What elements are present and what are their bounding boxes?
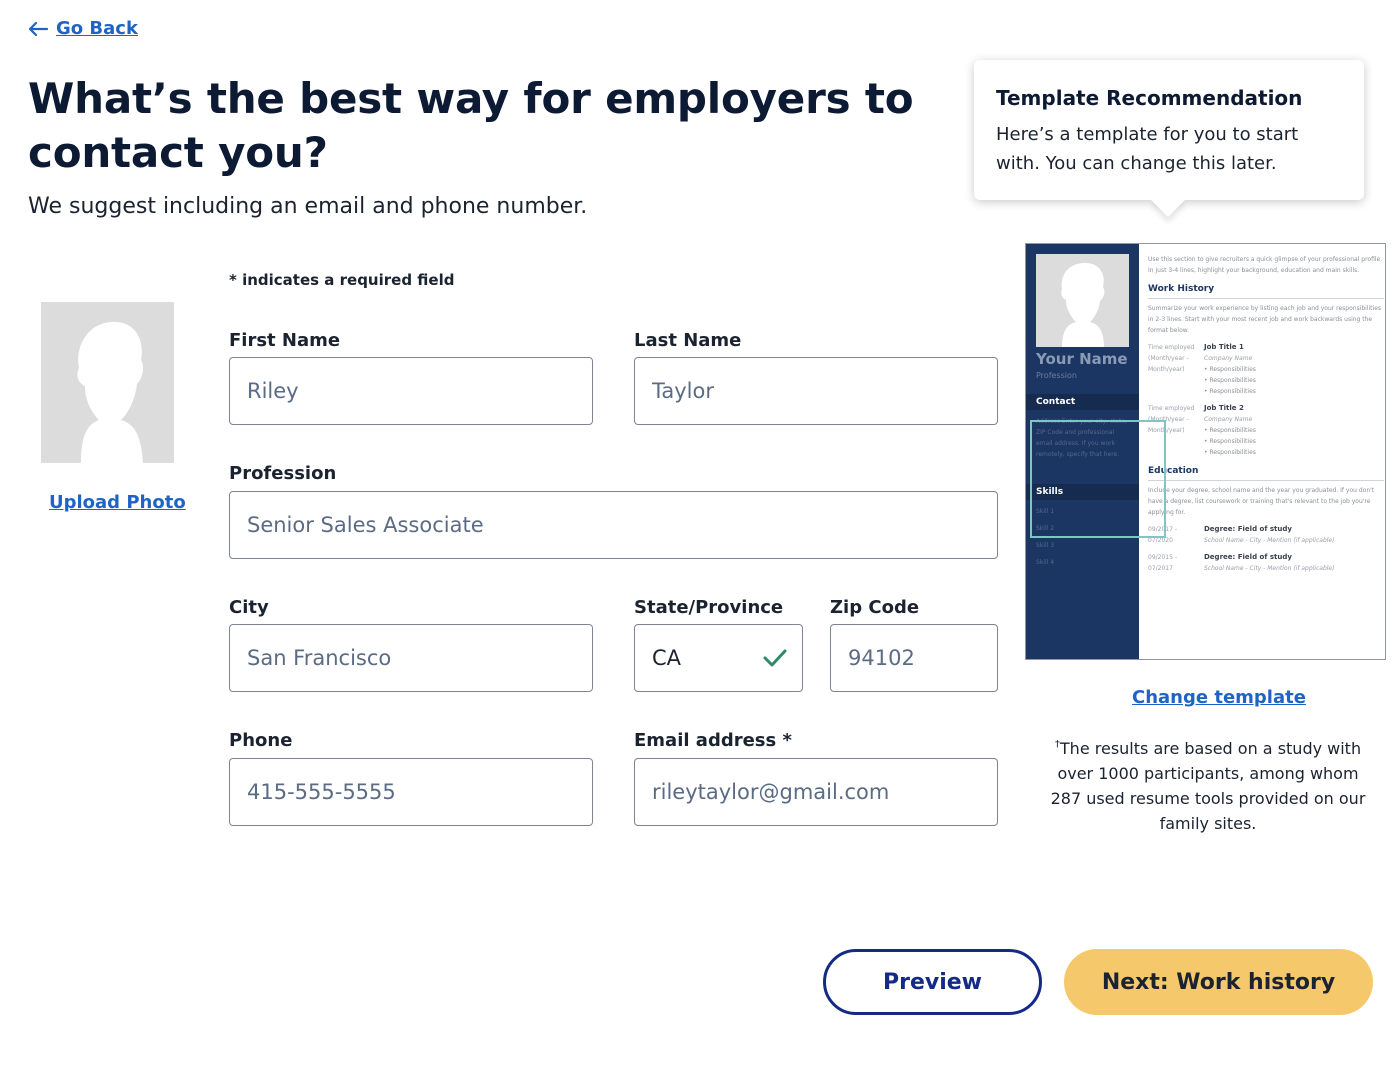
profession-input[interactable] (247, 513, 980, 537)
city-field[interactable] (229, 624, 593, 692)
resume-education-intro: Include your degree, school name and the… (1148, 487, 1375, 516)
city-label: City (229, 597, 269, 618)
zip-field[interactable] (830, 624, 998, 692)
first-name-field[interactable] (229, 357, 593, 425)
last-name-label: Last Name (634, 330, 742, 351)
first-name-input[interactable] (247, 379, 575, 403)
profession-field[interactable] (229, 491, 998, 559)
required-field-note: * indicates a required field (229, 271, 455, 289)
page-title: What’s the best way for employers to con… (28, 74, 914, 177)
resume-avatar (1036, 254, 1129, 347)
resume-bullet: Responsibilities (1209, 449, 1256, 456)
resume-degree: Degree: Field of study (1204, 553, 1292, 561)
next-work-history-button[interactable]: Next: Work history (1064, 949, 1373, 1015)
resume-company: Company Name (1204, 416, 1253, 423)
resume-company: Company Name (1204, 355, 1253, 362)
tooltip-arrow (1151, 183, 1185, 217)
footnote-text: The results are based on a study with ov… (1050, 739, 1366, 833)
resume-degree: Degree: Field of study (1204, 525, 1292, 533)
person-silhouette-icon (77, 321, 144, 463)
resume-bullet: Responsibilities (1209, 438, 1256, 445)
profession-label: Profession (229, 463, 337, 484)
person-silhouette-icon (1061, 262, 1105, 347)
arrow-left-icon (28, 21, 48, 36)
resume-bullet: Responsibilities (1209, 427, 1256, 434)
last-name-field[interactable] (634, 357, 998, 425)
upload-photo-link[interactable]: Upload Photo (49, 492, 186, 513)
phone-input[interactable] (247, 780, 575, 804)
email-input[interactable] (652, 780, 980, 804)
resume-contact-heading: Contact (1026, 394, 1139, 410)
resume-profession: Profession (1036, 371, 1077, 380)
resume-school: School Name - City - Mention (if applica… (1204, 537, 1335, 544)
resume-job-dates: Time employed (Month/year - Month/year) (1148, 344, 1195, 373)
template-recommendation-tooltip: Template Recommendation Here’s a templat… (974, 60, 1364, 217)
resume-job: Time employed (Month/year - Month/year) … (1148, 343, 1256, 395)
last-name-input[interactable] (652, 379, 980, 403)
resume-bullet: Responsibilities (1209, 377, 1256, 384)
resume-bullet: Responsibilities (1209, 366, 1256, 373)
zip-label: Zip Code (830, 597, 920, 618)
resume-education-heading: Education (1148, 466, 1384, 481)
resume-main: Use this section to give recruiters a qu… (1148, 254, 1384, 574)
state-field[interactable] (634, 624, 803, 692)
state-label: State/Province (634, 597, 784, 618)
study-footnote: †The results are based on a study with o… (1040, 732, 1376, 836)
resume-name: Your Name (1036, 350, 1128, 368)
resume-education-entry: 09/2015 - 07/2017 Degree: Field of study… (1148, 552, 1384, 574)
first-name-label: First Name (229, 330, 341, 351)
change-template-link[interactable]: Change template (1132, 687, 1306, 708)
city-input[interactable] (247, 646, 575, 670)
page-subtitle: We suggest including an email and phone … (28, 194, 588, 219)
phone-label: Phone (229, 730, 293, 751)
resume-school: School Name - City - Mention (if applica… (1204, 565, 1335, 572)
email-label: Email address * (634, 730, 792, 751)
phone-field[interactable] (229, 758, 593, 826)
resume-skill: Skill 4 (1036, 559, 1055, 566)
email-field[interactable] (634, 758, 998, 826)
go-back-link[interactable]: Go Back (28, 18, 138, 39)
resume-job-title: Job Title 2 (1204, 404, 1244, 412)
resume-job-title: Job Title 1 (1204, 343, 1244, 351)
resume-summary: Use this section to give recruiters a qu… (1148, 256, 1383, 274)
preview-button[interactable]: Preview (823, 949, 1042, 1015)
resume-skill: Skill 3 (1036, 542, 1055, 549)
checkmark-icon (763, 649, 787, 667)
resume-template-preview[interactable]: Your Name Profession Contact Address Ent… (1025, 243, 1386, 660)
tooltip-body: Here’s a template for you to start with.… (996, 124, 1299, 174)
resume-bullet: Responsibilities (1209, 388, 1256, 395)
resume-work-heading: Work History (1148, 284, 1384, 299)
zip-input[interactable] (848, 646, 980, 670)
resume-education-entry: 09/2017 - 07/2020 Degree: Field of study… (1148, 524, 1384, 546)
resume-education-dates: 09/2015 - 07/2017 (1148, 554, 1177, 572)
resume-highlight-box (1030, 420, 1166, 538)
go-back-label: Go Back (56, 18, 138, 39)
profile-photo-placeholder[interactable] (41, 302, 174, 463)
resume-work-intro: Summarize your work experience by listin… (1148, 305, 1382, 334)
tooltip-title: Template Recommendation (996, 86, 1303, 110)
resume-job: Time employed (Month/year - Month/year) … (1148, 404, 1256, 456)
